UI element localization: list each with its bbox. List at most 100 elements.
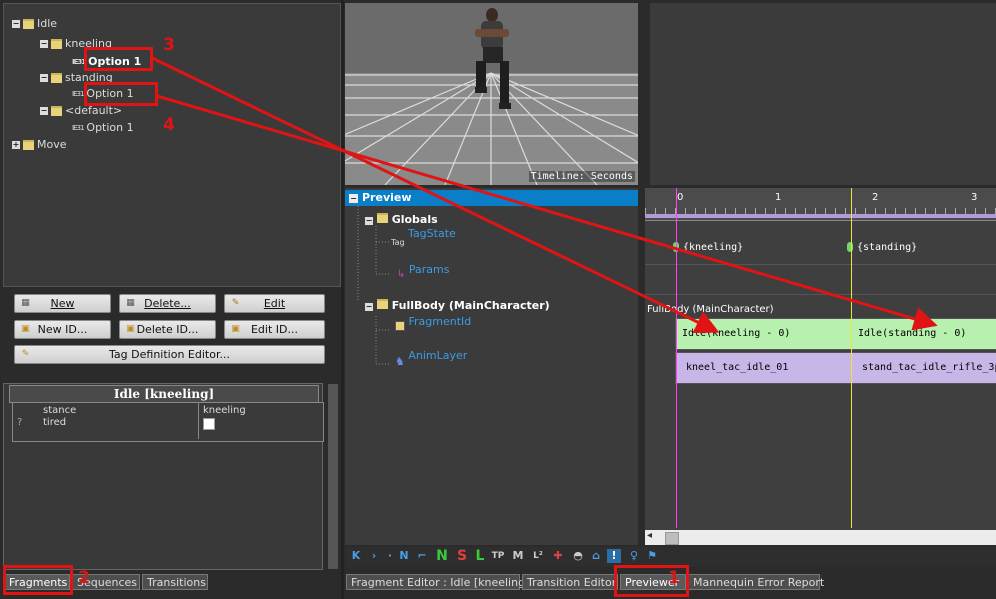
annotation-number: 3 bbox=[163, 35, 175, 55]
annotation-number: 4 bbox=[163, 115, 175, 135]
3d-viewport[interactable]: Timeline: Seconds bbox=[345, 3, 638, 185]
new-button[interactable]: ▦ New bbox=[14, 294, 111, 313]
fragment-clip-label: Idle(standing - 0) bbox=[858, 328, 967, 339]
flag-icon[interactable]: ⚑ bbox=[645, 549, 659, 563]
tree-node-idle[interactable]: − Idle bbox=[12, 16, 57, 32]
secondary-viewport[interactable] bbox=[650, 3, 996, 185]
tab-mannequin-error-report[interactable]: Mannequin Error Report bbox=[688, 574, 824, 590]
fragment-clip-standing[interactable]: Idle(standing - 0) bbox=[851, 318, 996, 350]
tag-definition-editor-button[interactable]: ✎ Tag Definition Editor... bbox=[14, 345, 325, 364]
tag-key-marker[interactable] bbox=[847, 242, 853, 252]
folder-icon bbox=[23, 140, 34, 150]
tagstate-label: {kneeling} bbox=[683, 242, 744, 253]
collapse-icon[interactable]: − bbox=[12, 20, 20, 28]
ruler-tick-label: 3 bbox=[971, 192, 978, 203]
collapse-icon[interactable]: − bbox=[40, 107, 48, 115]
ruler-tick-label: 0 bbox=[677, 192, 684, 203]
tree-node-default-option-1[interactable]: IE31 Option 1 bbox=[72, 120, 134, 136]
tab-fragment-editor[interactable]: Fragment Editor : Idle [kneeling] bbox=[346, 574, 529, 590]
playhead-line[interactable] bbox=[676, 188, 677, 528]
tagstate-track[interactable]: {kneeling} {standing} bbox=[645, 234, 996, 265]
tired-checkbox[interactable] bbox=[203, 418, 215, 430]
anim-clip-label: stand_tac_idle_rifle_3p_01 bbox=[862, 362, 996, 373]
tree-node-label: Idle bbox=[37, 17, 58, 30]
delete-id-icon: ▣ bbox=[126, 324, 135, 334]
new-icon: ▦ bbox=[21, 298, 30, 308]
option-icon: IE31 bbox=[72, 124, 84, 132]
column-divider bbox=[198, 403, 199, 439]
tag-row-prefix: ? bbox=[17, 417, 23, 428]
highlight-box-kneeling-option bbox=[84, 47, 153, 71]
anim-clip-label: kneel_tac_idle_01 bbox=[686, 362, 789, 373]
tab-transition-editor[interactable]: Transition Editor bbox=[522, 574, 618, 590]
timeline-hscrollbar[interactable]: ◂ bbox=[645, 530, 996, 545]
new-id-button[interactable]: ▣ New ID... bbox=[14, 320, 111, 339]
scroll-thumb[interactable] bbox=[665, 532, 679, 545]
preview-tree-panel: − Preview − Globals Tag TagState ↳ Params… bbox=[345, 188, 638, 545]
vertical-splitter[interactable] bbox=[341, 0, 344, 599]
ruler-range-bar bbox=[645, 214, 996, 218]
skip-start-icon[interactable]: K bbox=[349, 549, 363, 563]
tag-panel-scrollbar[interactable] bbox=[328, 384, 338, 569]
anim-clip-stand[interactable]: stand_tac_idle_rifle_3p_01 bbox=[851, 352, 996, 384]
option-icon: IE31 bbox=[72, 90, 84, 98]
anim-clip-kneel[interactable]: kneel_tac_idle_01 bbox=[675, 352, 853, 384]
edit-id-icon: ▣ bbox=[231, 324, 240, 334]
section-label: FullBody (MainCharacter) bbox=[647, 304, 774, 315]
delete-icon: ▦ bbox=[126, 298, 135, 308]
edit-id-button[interactable]: ▣ Edit ID... bbox=[224, 320, 325, 339]
collapse-icon[interactable]: − bbox=[40, 40, 48, 48]
timeline-panel[interactable]: 0 1 2 3 {kneeling} {standing} FullBody (… bbox=[645, 188, 996, 545]
transition-marker-line[interactable] bbox=[851, 188, 852, 528]
viewport-scene bbox=[345, 3, 638, 185]
annotation-number: 1 bbox=[668, 568, 680, 588]
step-icon[interactable]: · bbox=[383, 549, 397, 563]
n-toggle-icon[interactable]: N bbox=[435, 549, 449, 563]
timeline-empty-area bbox=[645, 384, 996, 528]
home-icon[interactable]: ⌂ bbox=[589, 549, 603, 563]
annotation-number: 2 bbox=[78, 568, 90, 588]
tag-panel-title: Idle [kneeling] bbox=[9, 385, 319, 403]
fragment-clip-label: Idle(kneeling - 0) bbox=[682, 328, 791, 339]
play-icon[interactable]: › bbox=[367, 549, 381, 563]
tag-editor-icon: ✎ bbox=[21, 349, 30, 359]
alert-icon[interactable]: ! bbox=[607, 549, 621, 563]
tag-row-value[interactable]: kneeling bbox=[203, 405, 246, 417]
new-id-button-label: New ID... bbox=[37, 323, 88, 336]
tab-transitions[interactable]: Transitions bbox=[142, 574, 208, 590]
tp-toggle-icon[interactable]: TP bbox=[491, 549, 505, 563]
tree-node-move[interactable]: + Move bbox=[12, 137, 67, 153]
folder-icon bbox=[51, 106, 62, 116]
fragment-clip-kneeling[interactable]: Idle(kneeling - 0) bbox=[675, 318, 853, 350]
scroll-left-icon[interactable]: ◂ bbox=[647, 530, 652, 541]
tag-row-name: stance bbox=[43, 405, 77, 416]
highlight-box-fragments-tab bbox=[3, 565, 73, 595]
tree-connector-lines bbox=[357, 206, 391, 365]
collapse-icon[interactable]: − bbox=[40, 74, 48, 82]
loop-icon[interactable]: ⌐ bbox=[415, 549, 429, 563]
edit-button[interactable]: ✎ Edit bbox=[224, 294, 325, 313]
m-toggle-icon[interactable]: M bbox=[511, 549, 525, 563]
l-toggle-icon[interactable]: L bbox=[473, 549, 487, 563]
person-icon[interactable]: ♀ bbox=[627, 549, 641, 563]
ruler-tick-label: 1 bbox=[775, 192, 782, 203]
highlight-box-standing-option bbox=[84, 82, 158, 106]
camera-icon[interactable]: ◓ bbox=[571, 549, 585, 563]
skip-end-icon[interactable]: N bbox=[397, 549, 411, 563]
folder-icon bbox=[51, 39, 62, 49]
physics-icon[interactable]: ✚ bbox=[551, 549, 565, 563]
l2-toggle-icon[interactable]: L² bbox=[531, 549, 545, 563]
s-toggle-icon[interactable]: S bbox=[455, 549, 469, 563]
previewer-toolbar: K › · N ⌐ N S L TP M L² ✚ ◓ ⌂ ! ♀ ⚑ bbox=[345, 547, 996, 567]
delete-button[interactable]: ▦ Delete... bbox=[119, 294, 216, 313]
delete-id-button[interactable]: ▣ Delete ID... bbox=[119, 320, 216, 339]
timeline-ruler[interactable]: 0 1 2 3 bbox=[645, 188, 996, 221]
edit-id-button-label: Edit ID... bbox=[250, 323, 298, 336]
params-track[interactable] bbox=[645, 266, 996, 295]
tag-table: stance kneeling ? tired bbox=[12, 402, 324, 442]
new-button-label: New bbox=[50, 297, 75, 310]
delete-id-button-label: Delete ID... bbox=[136, 323, 199, 336]
expand-icon[interactable]: + bbox=[12, 141, 20, 149]
tree-node-label: Option 1 bbox=[86, 121, 134, 134]
new-id-icon: ▣ bbox=[21, 324, 30, 334]
